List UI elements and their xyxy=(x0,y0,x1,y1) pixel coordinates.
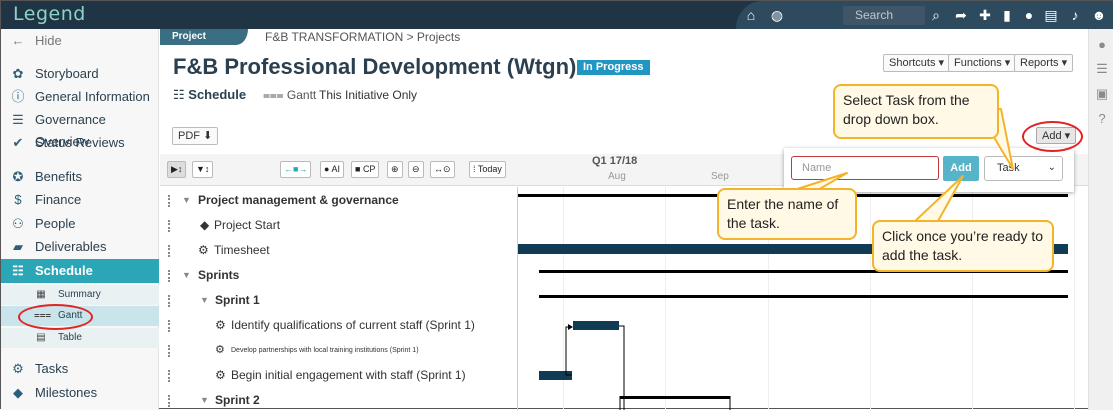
highlight-circle-gantt xyxy=(18,304,93,330)
callout-click-add: Click once you’re ready to add the task. xyxy=(872,220,1054,272)
highlight-circle-add xyxy=(1022,121,1083,152)
callout-select-task: Select Task from the drop down box. xyxy=(833,84,999,139)
callout-enter-name: Enter the name of the task. xyxy=(717,188,857,240)
callout-pointers xyxy=(790,108,1014,224)
